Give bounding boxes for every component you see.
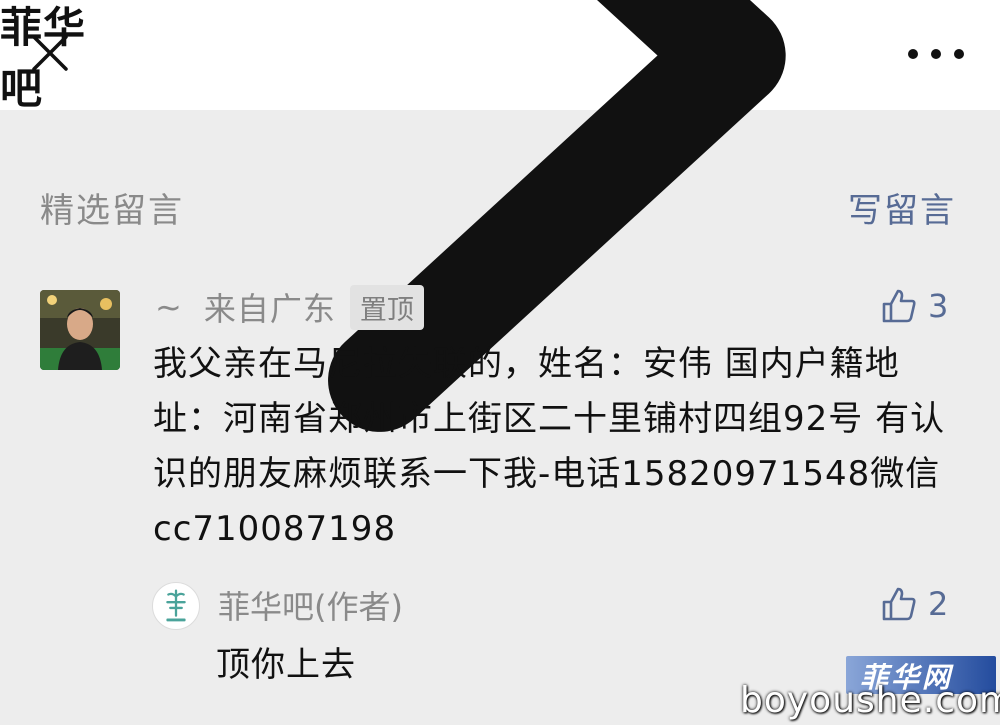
reply-text: 顶你上去 [216,645,356,685]
commenter-name[interactable]: ~ [155,288,182,326]
reply-like-count: 2 [928,585,949,623]
comment-text: 我父亲在马尼拉失联的，姓名：安伟 国内户籍地址：河南省郑州市上街区二十里铺村四组… [153,344,946,549]
avatar[interactable] [40,290,120,370]
thumbs-up-icon [882,587,916,621]
commenter-location: 来自广东 [203,290,336,328]
comment-meta: ~ 来自广东 置顶 [155,284,424,330]
thumbs-up-icon [882,289,916,323]
reply-like-button[interactable]: 2 [880,585,948,623]
comment-like-count: 3 [928,287,949,325]
author-name[interactable]: 菲华吧(作者) [218,582,403,628]
more-icon[interactable] [906,44,966,64]
account-title: 菲华吧 [0,3,87,113]
top-nav-bar: 菲华吧 [0,0,1000,432]
pinned-badge: 置顶 [349,284,424,330]
featured-comments-label: 精选留言 [40,191,184,231]
write-comment-button[interactable]: 写留言 [848,183,956,232]
account-title-link[interactable]: 菲华吧 [0,0,1000,432]
watermark: 菲华网 boyoushe.com [740,652,1000,725]
author-avatar [152,582,200,630]
comment-like-button[interactable]: 3 [880,287,948,325]
watermark-site: boyoushe.com [740,680,1000,721]
